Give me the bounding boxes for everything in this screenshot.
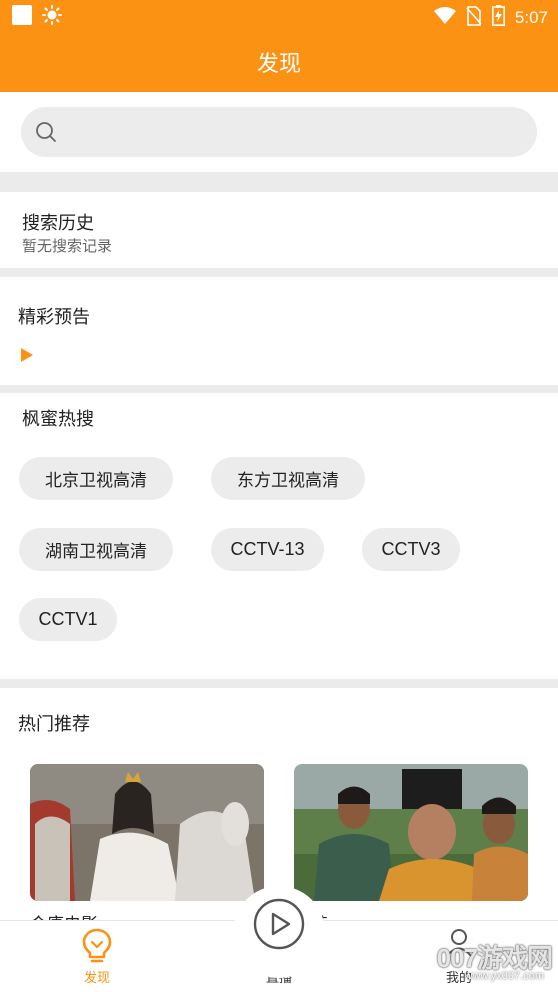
hot-search-tag[interactable]: CCTV-13	[211, 528, 324, 571]
hot-search-tag[interactable]: CCTV3	[362, 528, 460, 571]
preview-title: 精彩预告	[18, 307, 90, 328]
bulb-icon	[82, 928, 112, 963]
hot-search-title: 枫蜜热搜	[22, 409, 94, 430]
app-header: 发现	[0, 32, 558, 92]
play-icon[interactable]	[21, 348, 33, 362]
clock-time: 5:07	[514, 7, 548, 27]
search-history-empty-text: 暂无搜索记录	[22, 237, 113, 255]
page-title: 发现	[256, 52, 301, 77]
recommend-thumbnail[interactable]	[294, 764, 528, 901]
watermark-url: www.yx007.com	[464, 970, 544, 982]
no-sim-icon	[466, 5, 482, 30]
search-history-section: 搜索历史 暂无搜索记录	[0, 192, 558, 268]
preview-section: 精彩预告	[0, 277, 558, 385]
recommend-title: 热门推荐	[18, 714, 90, 735]
search-input[interactable]	[21, 107, 537, 157]
hot-search-tag[interactable]: 湖南卫视高清	[19, 528, 173, 571]
recommend-thumbnail[interactable]	[30, 764, 264, 901]
wifi-icon	[433, 6, 456, 29]
hot-search-section: 枫蜜热搜 北京卫视高清 东方卫视高清 湖南卫视高清 CCTV-13 CCTV3 …	[0, 393, 558, 679]
battery-charging-icon	[491, 5, 505, 30]
search-icon	[36, 122, 56, 142]
search-history-title: 搜索历史	[22, 213, 94, 234]
hot-search-tag[interactable]: 东方卫视高清	[211, 457, 365, 500]
tab-label: 发现	[83, 971, 110, 986]
brightness-icon	[42, 5, 62, 25]
play-circle-icon[interactable]	[252, 897, 306, 951]
notification-app-icon	[12, 5, 32, 25]
status-bar: 5:07	[0, 0, 558, 32]
hot-search-tag[interactable]: 北京卫视高清	[19, 457, 173, 500]
tab-discover[interactable]: 发现	[37, 921, 157, 992]
hot-search-tag[interactable]: CCTV1	[19, 598, 117, 641]
search-section	[0, 92, 558, 172]
